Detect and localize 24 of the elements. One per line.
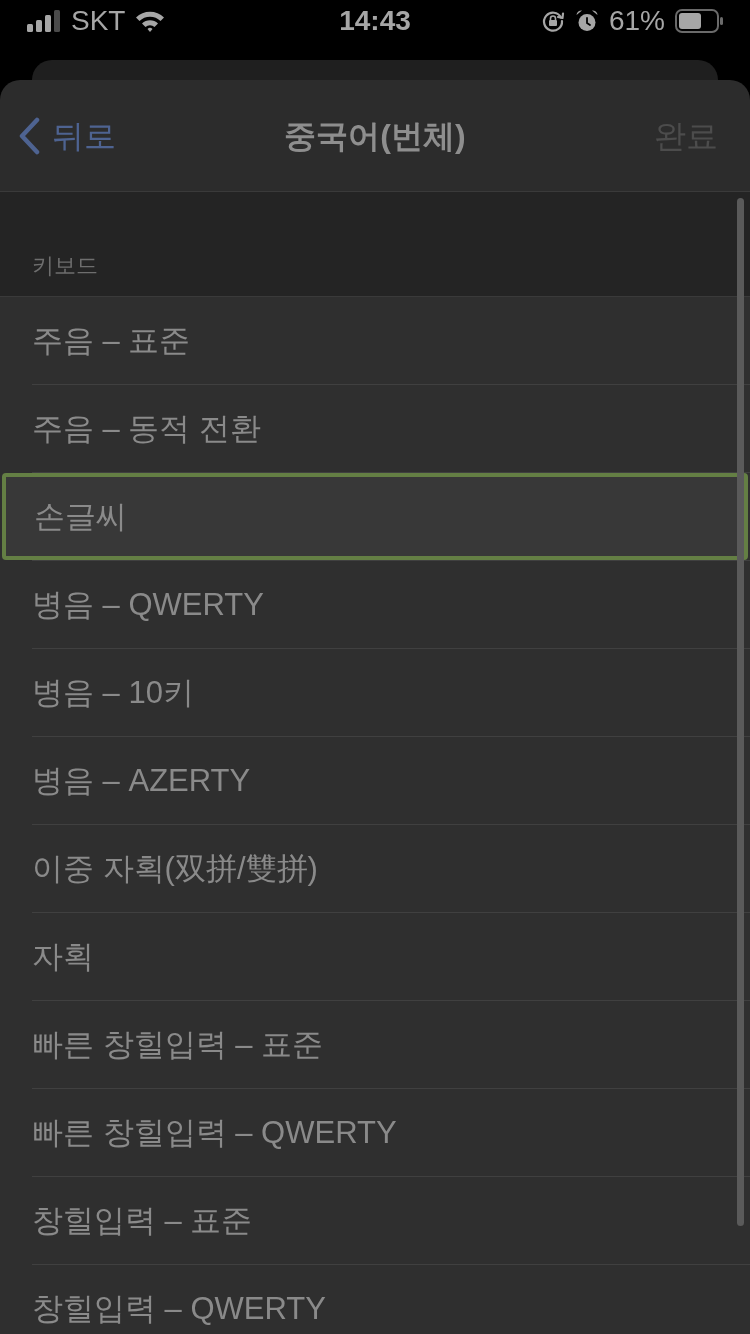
signal-icon (27, 10, 61, 32)
keyboard-list-item[interactable]: 창힐입력 – 표준 (0, 1177, 750, 1264)
nav-title: 중국어(번체) (284, 116, 466, 156)
keyboard-list-item[interactable]: 창힐입력 – QWERTY (0, 1265, 750, 1334)
wifi-icon (135, 10, 166, 32)
section-header: 키보드 (32, 252, 98, 280)
keyboard-list-item[interactable]: 주음 – 동적 전환 (0, 385, 750, 472)
battery-percent: 61% (608, 7, 665, 35)
clock-time: 14:43 (339, 7, 411, 35)
keyboard-list-item[interactable]: 병음 – QWERTY (0, 561, 750, 648)
keyboard-list-item[interactable]: 이중 자획(双拼/雙拼) (0, 825, 750, 912)
back-button[interactable]: 뒤로 (0, 111, 116, 160)
keyboard-list-item[interactable]: 병음 – AZERTY (0, 737, 750, 824)
keyboard-list-item[interactable]: 손글씨 (2, 473, 748, 560)
keyboard-list-item[interactable]: 빠른 창힐입력 – QWERTY (0, 1089, 750, 1176)
keyboard-list-item[interactable]: 자획 (0, 913, 750, 1000)
battery-icon (675, 9, 723, 33)
keyboard-list-item[interactable]: 주음 – 표준 (0, 297, 750, 384)
alarm-clock-icon (574, 9, 599, 33)
chevron-left-icon (18, 116, 40, 155)
keyboard-list-item[interactable]: 빠른 창힐입력 – 표준 (0, 1001, 750, 1088)
rotation-lock-icon (540, 9, 565, 33)
keyboard-list-item[interactable]: 병음 – 10키 (0, 649, 750, 736)
carrier-name: SKT (71, 7, 126, 35)
